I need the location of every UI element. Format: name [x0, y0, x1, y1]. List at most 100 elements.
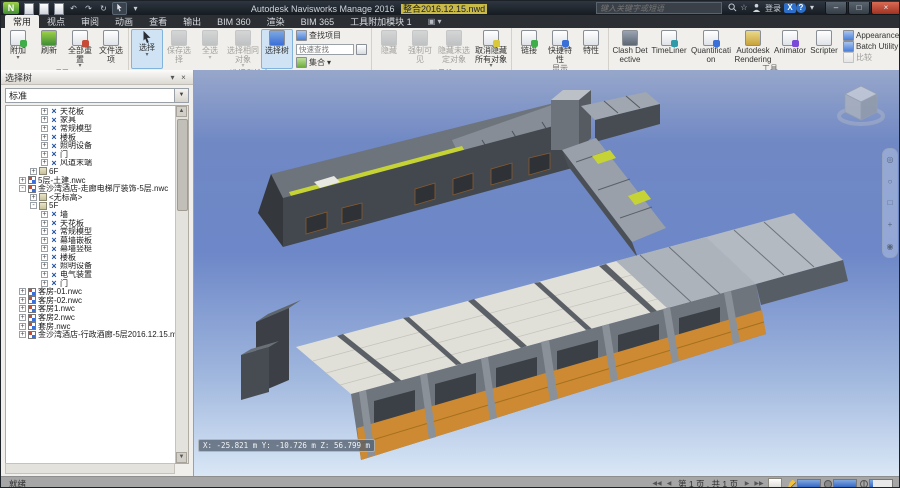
tree-item[interactable]: + 客房1.nwc	[6, 305, 176, 314]
tree-item[interactable]: - 5F	[6, 202, 176, 211]
tree-item[interactable]: + 照明设备	[6, 262, 176, 271]
user-icon[interactable]	[750, 3, 762, 13]
tree-item[interactable]: + 电气装置	[6, 270, 176, 279]
viewcube[interactable]	[837, 82, 885, 128]
scrollbar-thumb[interactable]	[177, 119, 188, 211]
prev-sheet-icon[interactable]: ◀	[663, 479, 675, 488]
ribbon-tab[interactable]: 渲染	[259, 15, 293, 28]
batch-utility-button[interactable]: Batch Utility	[843, 41, 900, 52]
ribbon-tab[interactable]: 输出	[175, 15, 209, 28]
tree-item[interactable]: + 客房-02.nwc	[6, 296, 176, 305]
unhide-all-button[interactable]: 取消隐藏所有对象▾	[473, 29, 509, 69]
tree-horizontal-scrollbar[interactable]	[5, 463, 175, 474]
zoom-window-icon[interactable]: □	[888, 198, 893, 207]
tree-item[interactable]: + 幕墙嵌板	[6, 236, 176, 245]
ribbon-tab[interactable]: 工具附加模块 1	[342, 15, 420, 28]
minimize-button[interactable]: –	[825, 2, 847, 15]
tree-item[interactable]: + 套房.nwc	[6, 322, 176, 331]
tree-vertical-scrollbar[interactable]: ▲ ▼	[175, 106, 188, 463]
tree-mode-select[interactable]: 标准 ▼	[5, 88, 189, 103]
timeliner-button[interactable]: TimeLiner	[650, 29, 688, 64]
hide-button[interactable]: 隐藏	[374, 29, 404, 69]
favorites-star-icon[interactable]: ☆	[738, 3, 750, 13]
ribbon-tab[interactable]: 视点	[39, 15, 73, 28]
links-button[interactable]: 链接	[514, 29, 544, 64]
save-selection-button[interactable]: 保存选择	[164, 29, 194, 69]
tree-item[interactable]: + 墙	[6, 210, 176, 219]
tree-item[interactable]: + 客房2.nwc	[6, 313, 176, 322]
append-button[interactable]: 附加▾	[3, 29, 33, 69]
tree-item[interactable]: + 风道末端	[6, 159, 176, 168]
reset-all-button[interactable]: 全部重置▾	[65, 29, 95, 69]
ribbon-tab[interactable]: BIM 360	[209, 15, 259, 28]
autodesk-rendering-button[interactable]: Autodesk Rendering	[734, 29, 772, 64]
sheet-browser-button[interactable]	[768, 478, 782, 488]
quick-find-search-icon[interactable]	[356, 44, 367, 55]
tree-item[interactable]: + <无标高>	[6, 193, 176, 202]
save-button[interactable]	[37, 3, 50, 14]
quick-properties-button[interactable]: 快捷特性	[545, 29, 575, 64]
first-sheet-icon[interactable]: ◀◀	[651, 479, 663, 488]
open-button[interactable]	[22, 3, 35, 14]
select-button[interactable]: 选择▾	[131, 29, 163, 69]
qat-dropdown-button[interactable]: ▾	[129, 3, 142, 14]
next-sheet-icon[interactable]: ▶	[741, 479, 753, 488]
close-button[interactable]: ×	[871, 2, 900, 15]
select-same-button[interactable]: 选择相同对象▾	[226, 29, 260, 69]
viewport-3d[interactable]: ◎ ○ □ + ◉ X: -25.821 m Y: -10.726 m Z: 5…	[194, 70, 900, 476]
tree-item[interactable]: + 天花板	[6, 219, 176, 228]
panel-collapse-icon[interactable]: ▾	[167, 73, 178, 82]
exchange-apps-icon[interactable]: X	[784, 3, 796, 13]
scroll-up-icon[interactable]: ▲	[176, 106, 187, 117]
ribbon-tab[interactable]: BIM 365	[293, 15, 343, 28]
maximize-button[interactable]: □	[848, 2, 870, 15]
search-icon[interactable]	[726, 3, 738, 13]
ribbon-tab[interactable]: 动画	[107, 15, 141, 28]
app-logo-icon[interactable]: N	[3, 2, 19, 14]
selection-tree-button[interactable]: 选择树	[261, 29, 293, 69]
tree-item[interactable]: + 天花板	[6, 107, 176, 116]
require-button[interactable]: 强制可见	[405, 29, 435, 69]
tree-item[interactable]: + 常规模型	[6, 124, 176, 133]
tree-item[interactable]: + 6F	[6, 167, 176, 176]
sets-button[interactable]: 集合 ▾	[296, 57, 367, 68]
tree-item[interactable]: + 照明设备	[6, 141, 176, 150]
help-dropdown-icon[interactable]: ▾	[806, 3, 818, 13]
appearance-profiler-button[interactable]: Appearance Profiler	[843, 30, 900, 41]
ribbon-tab[interactable]: 审阅	[73, 15, 107, 28]
ribbon-tab[interactable]: 常用	[5, 15, 39, 28]
tree-item[interactable]: + 楼板	[6, 253, 176, 262]
quantification-button[interactable]: Quantification	[689, 29, 733, 64]
tree-item[interactable]: + 幕墙竖梃	[6, 245, 176, 254]
help-search-input[interactable]	[596, 2, 722, 14]
tree-item[interactable]: + 常规模型	[6, 227, 176, 236]
print-button[interactable]	[52, 3, 65, 14]
look-icon[interactable]: ◉	[887, 242, 894, 251]
quick-find-input[interactable]	[296, 44, 354, 55]
scroll-down-icon[interactable]: ▼	[176, 452, 187, 463]
steering-wheel-icon[interactable]: ◎	[887, 155, 894, 164]
last-sheet-icon[interactable]: ▶▶	[753, 479, 765, 488]
select-all-button[interactable]: 全选▾	[195, 29, 225, 69]
clash-detective-button[interactable]: Clash Detective	[611, 29, 649, 64]
animator-button[interactable]: Animator	[773, 29, 807, 64]
panel-close-icon[interactable]: ×	[178, 73, 189, 82]
sign-in-link[interactable]: 登录	[765, 3, 781, 14]
redo-button[interactable]: ↷	[82, 3, 95, 14]
orbit-icon[interactable]: +	[888, 220, 893, 229]
hide-unselected-button[interactable]: 隐藏未选定对象	[436, 29, 472, 69]
tree-item[interactable]: + 5层-土建.nwc	[6, 176, 176, 185]
help-icon[interactable]: ?	[796, 3, 806, 13]
select-tool-button[interactable]	[112, 2, 127, 15]
compare-button[interactable]: 比较	[843, 52, 900, 63]
navigation-bar[interactable]: ◎ ○ □ + ◉	[882, 148, 898, 258]
scripter-button[interactable]: Scripter	[808, 29, 840, 64]
tree-item[interactable]: - 金沙湾酒店-走廊电梯厅装饰-5层.nwc	[6, 184, 176, 193]
tree-item[interactable]: + 门	[6, 279, 176, 288]
properties-button[interactable]: 特性	[576, 29, 606, 64]
tree-item[interactable]: + 客房-01.nwc	[6, 287, 176, 296]
file-options-button[interactable]: 文件选项	[96, 29, 126, 69]
ribbon-display-options-icon[interactable]: ▣ ▾	[428, 16, 442, 28]
tree-item[interactable]: + 楼板	[6, 133, 176, 142]
tree-item[interactable]: + 门	[6, 150, 176, 159]
